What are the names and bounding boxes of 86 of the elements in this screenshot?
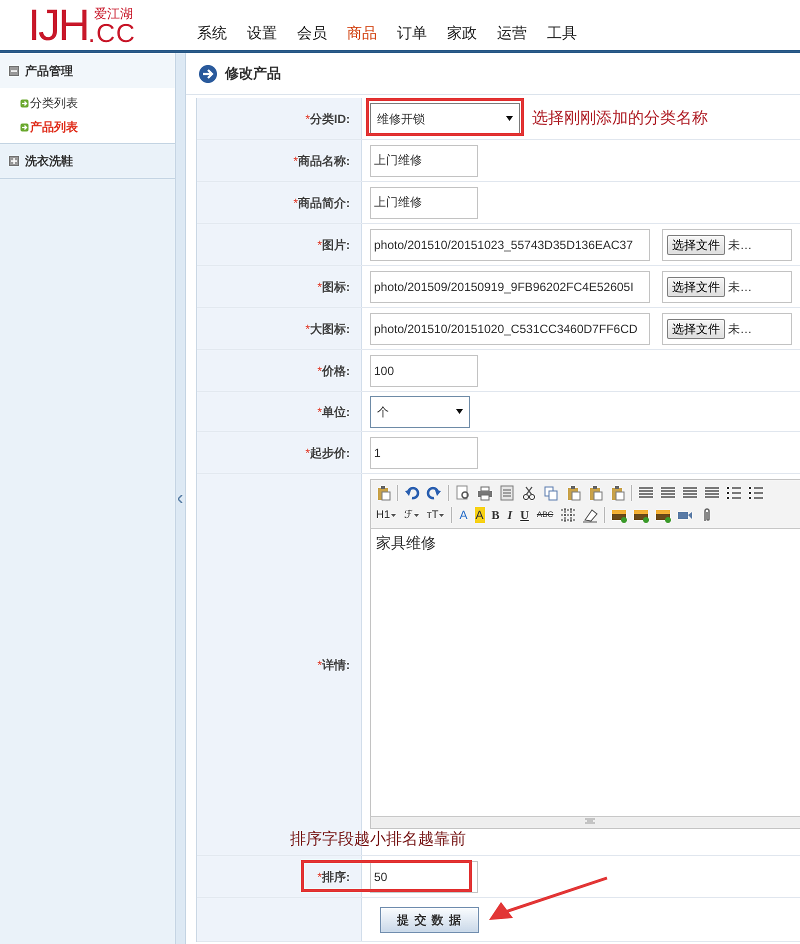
toolbar-button[interactable]: A — [474, 507, 485, 523]
file-field[interactable]: 选择文件 未… — [662, 270, 792, 302]
choose-file-button[interactable]: 选择文件 — [667, 318, 725, 338]
sidebar-group-header[interactable]: 产品管理 — [0, 53, 175, 88]
sidebar-link[interactable]: 产品列表 — [20, 115, 78, 139]
path-field[interactable]: photo/201510/20151020_C531CC3460D7FF6CD — [370, 312, 650, 344]
dropdown-field[interactable]: 个 — [370, 396, 470, 428]
field-label: *排序: — [317, 868, 350, 886]
nav-tab[interactable]: 家政 — [447, 22, 497, 45]
file-status: 未… — [728, 236, 752, 254]
preview-icon[interactable] — [455, 485, 471, 501]
printer-icon[interactable] — [477, 485, 493, 501]
caret-icon — [456, 409, 463, 414]
list-icon[interactable] — [726, 485, 742, 501]
caret-icon — [506, 116, 513, 121]
image-icon[interactable] — [655, 507, 672, 523]
copy-icon[interactable] — [543, 485, 559, 501]
nav-tab[interactable]: 会员 — [297, 22, 347, 45]
field-label: *详情: — [317, 656, 350, 674]
page-title: 修改产品 — [225, 64, 281, 83]
choose-file-button[interactable]: 选择文件 — [667, 234, 725, 254]
field-label: *商品简介: — [293, 194, 350, 212]
submit-button[interactable]: 提 交 数 据 — [380, 906, 480, 932]
clipboard-icon[interactable] — [375, 485, 391, 501]
field-label: *图片: — [317, 236, 350, 254]
nav-tab[interactable]: 商品 — [347, 22, 397, 45]
scissors-icon[interactable] — [521, 485, 537, 501]
nav-tab[interactable]: 订单 — [397, 22, 447, 45]
expand-icon — [9, 156, 19, 166]
toolbar-button[interactable]: H1 — [375, 507, 398, 523]
field-label: *起步价: — [305, 444, 350, 462]
dropdown-field[interactable]: 维修开锁 — [370, 102, 520, 134]
collapse-icon — [9, 66, 19, 76]
clipboard-icon[interactable] — [565, 485, 581, 501]
caret-icon — [414, 514, 419, 516]
path-field[interactable]: photo/201509/20150919_9FB96202FC4E52605I — [370, 270, 650, 302]
logo-text: IJH — [28, 6, 88, 46]
clipboard-icon[interactable] — [609, 485, 625, 501]
toolbar-button[interactable]: ℱ — [403, 507, 420, 523]
field-label: *分类ID: — [305, 110, 350, 128]
grid-icon[interactable] — [560, 507, 576, 523]
choose-file-button[interactable]: 选择文件 — [667, 276, 725, 296]
image-icon[interactable] — [611, 507, 628, 523]
nav-tab[interactable]: 设置 — [247, 22, 297, 45]
arrow-icon — [20, 122, 29, 132]
document-icon[interactable] — [499, 485, 515, 501]
field-label: *大图标: — [305, 320, 350, 338]
field-label: *价格: — [317, 362, 350, 380]
toolbar-button[interactable]: ABC — [536, 507, 554, 523]
file-status: 未… — [728, 320, 752, 338]
text-field[interactable]: 1 — [370, 436, 478, 468]
editor-content[interactable]: 家具维修 — [371, 529, 800, 816]
image-icon[interactable] — [633, 507, 650, 523]
field-label: *图标: — [317, 278, 350, 296]
brand-text: 爱江湖 — [93, 7, 134, 20]
file-status: 未… — [728, 278, 752, 296]
caret-icon — [391, 514, 396, 516]
field-label: *单位: — [317, 404, 350, 420]
nav-tab[interactable]: 系统 — [197, 22, 247, 45]
annotation-text: 选择刚刚添加的分类名称 — [532, 108, 708, 128]
toolbar-button[interactable]: тT — [426, 507, 446, 523]
text-field[interactable]: 100 — [370, 354, 478, 386]
nav-tab[interactable]: 运营 — [497, 22, 547, 45]
toolbar-button[interactable]: U — [519, 507, 530, 523]
caret-icon — [439, 514, 444, 516]
arrow-right-icon — [199, 64, 217, 82]
sidebar-link[interactable]: 分类列表 — [20, 91, 78, 115]
annotation-text: 排序字段越小排名越靠前 — [290, 830, 466, 850]
arrow-icon — [20, 98, 29, 108]
toolbar-button[interactable]: I — [506, 507, 514, 523]
nav-tab[interactable]: 工具 — [547, 22, 597, 45]
file-field[interactable]: 选择文件 未… — [662, 228, 792, 260]
domain-text: .CC — [88, 20, 136, 46]
text-field[interactable]: 上门维修 — [370, 186, 478, 218]
path-field[interactable]: photo/201510/20151023_55743D35D136EAC37 — [370, 228, 650, 260]
eraser-icon[interactable] — [582, 507, 598, 523]
toolbar-button[interactable]: B — [490, 507, 501, 523]
clipboard-icon[interactable] — [587, 485, 603, 501]
toolbar-button[interactable]: A — [458, 507, 468, 523]
redo-icon[interactable] — [426, 485, 442, 501]
undo-icon[interactable] — [404, 485, 420, 501]
field-label: *商品名称: — [293, 152, 350, 170]
list-icon[interactable] — [748, 485, 764, 501]
resize-handle-icon[interactable] — [584, 817, 596, 825]
text-field[interactable]: 上门维修 — [370, 144, 478, 176]
file-field[interactable]: 选择文件 未… — [662, 312, 792, 344]
